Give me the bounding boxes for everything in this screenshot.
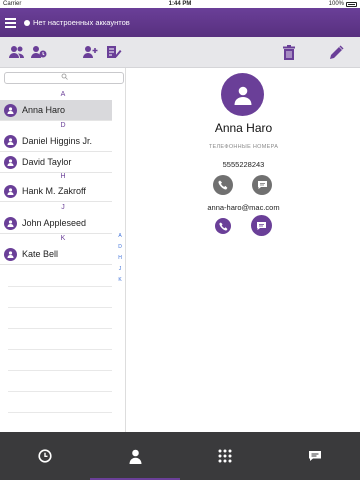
email-message-button[interactable]: [251, 215, 272, 236]
contact-full-name: Anna Haro: [214, 121, 273, 135]
contact-name: David Taylor: [22, 157, 72, 167]
index-letter-a[interactable]: A: [116, 231, 124, 242]
contacts-list-panel: A Anna Haro D Daniel Higgins Jr. David T…: [0, 68, 126, 432]
alphabet-index: A D H J K: [116, 231, 124, 286]
email-address[interactable]: anna-haro@mac.com: [127, 203, 360, 212]
phones-section-label: ТЕЛЕФОННЫЕ НОМЕРА: [208, 144, 279, 150]
phone-icon: [218, 221, 227, 231]
chat-icon: [309, 451, 321, 461]
chat-bubble-icon: [257, 181, 267, 189]
tab-contacts[interactable]: [90, 432, 180, 480]
account-status-dot-icon: [24, 20, 30, 26]
pencil-icon[interactable]: [326, 42, 346, 62]
avatar-icon: [4, 247, 17, 261]
section-header-a: A: [60, 91, 66, 98]
contact-name: John Appleseed: [22, 218, 87, 228]
hamburger-menu-icon[interactable]: [5, 18, 16, 28]
section-header-h: H: [60, 173, 66, 180]
divider: [8, 391, 112, 392]
section-header-k: K: [60, 235, 66, 242]
person-icon: [129, 449, 141, 464]
bottom-tab-bar: [0, 432, 360, 480]
section-header-j: J: [61, 204, 65, 211]
contact-row-anna-haro[interactable]: Anna Haro: [0, 100, 112, 121]
account-status-text: Нет настроенных аккаунтов: [33, 18, 130, 27]
contact-row-david-taylor[interactable]: David Taylor: [0, 152, 112, 173]
toolbar: [0, 37, 360, 68]
tab-dialpad[interactable]: [180, 432, 270, 480]
avatar-icon: [4, 134, 17, 148]
contact-name: Hank M. Zakroff: [22, 186, 86, 196]
phone-number[interactable]: 5555228243: [127, 160, 360, 169]
index-letter-d[interactable]: D: [116, 242, 124, 253]
avatar-icon: [4, 184, 17, 198]
divider: [8, 328, 112, 329]
status-time: 1:44 PM: [168, 1, 192, 7]
tab-messages[interactable]: [270, 432, 360, 480]
phone-icon: [218, 180, 228, 190]
message-button[interactable]: [252, 175, 272, 195]
contact-name: Kate Bell: [22, 249, 59, 259]
avatar-icon: [4, 216, 17, 230]
avatar-icon: [4, 103, 17, 117]
chat-bubble-icon: [257, 221, 266, 230]
contact-name: Daniel Higgins Jr.: [22, 136, 93, 146]
search-field[interactable]: [4, 72, 124, 84]
app-header: Нет настроенных аккаунтов: [0, 9, 360, 37]
contact-row-hank-zakroff[interactable]: Hank M. Zakroff: [0, 181, 112, 202]
avatar-icon: [4, 155, 17, 169]
contacts-recent-icon[interactable]: [29, 42, 49, 62]
call-button[interactable]: [213, 175, 233, 195]
contact-row-john-appleseed[interactable]: John Appleseed: [0, 213, 112, 234]
contact-name: Anna Haro: [22, 105, 66, 115]
index-letter-h[interactable]: H: [116, 253, 124, 264]
battery-icon: [346, 2, 357, 7]
section-header-d: D: [60, 122, 66, 129]
contact-avatar-icon: [221, 73, 264, 116]
index-letter-k[interactable]: K: [116, 275, 124, 286]
contacts-icon[interactable]: [7, 42, 27, 62]
contact-row-kate-bell[interactable]: Kate Bell: [0, 244, 112, 265]
divider: [8, 307, 112, 308]
top-bar: Carrier 1:44 PM 100% Нет настроенных акк…: [0, 0, 360, 37]
email-call-button[interactable]: [215, 218, 231, 234]
status-bar: Carrier 1:44 PM 100%: [0, 0, 360, 9]
tab-history[interactable]: [0, 432, 90, 480]
divider: [8, 412, 112, 413]
add-contact-icon[interactable]: [80, 42, 100, 62]
trash-icon[interactable]: [279, 42, 299, 62]
contact-detail-panel: Anna Haro ТЕЛЕФОННЫЕ НОМЕРА 5555228243 a…: [127, 68, 360, 432]
contact-row-daniel-higgins[interactable]: Daniel Higgins Jr.: [0, 131, 112, 152]
clock-icon: [38, 449, 52, 463]
divider: [8, 349, 112, 350]
divider: [8, 370, 112, 371]
battery-percent: 100%: [328, 1, 344, 7]
divider: [8, 286, 112, 287]
dialpad-icon: [218, 449, 232, 463]
edit-list-icon[interactable]: [104, 42, 124, 62]
index-letter-j[interactable]: J: [116, 264, 124, 275]
search-icon: [61, 73, 68, 80]
